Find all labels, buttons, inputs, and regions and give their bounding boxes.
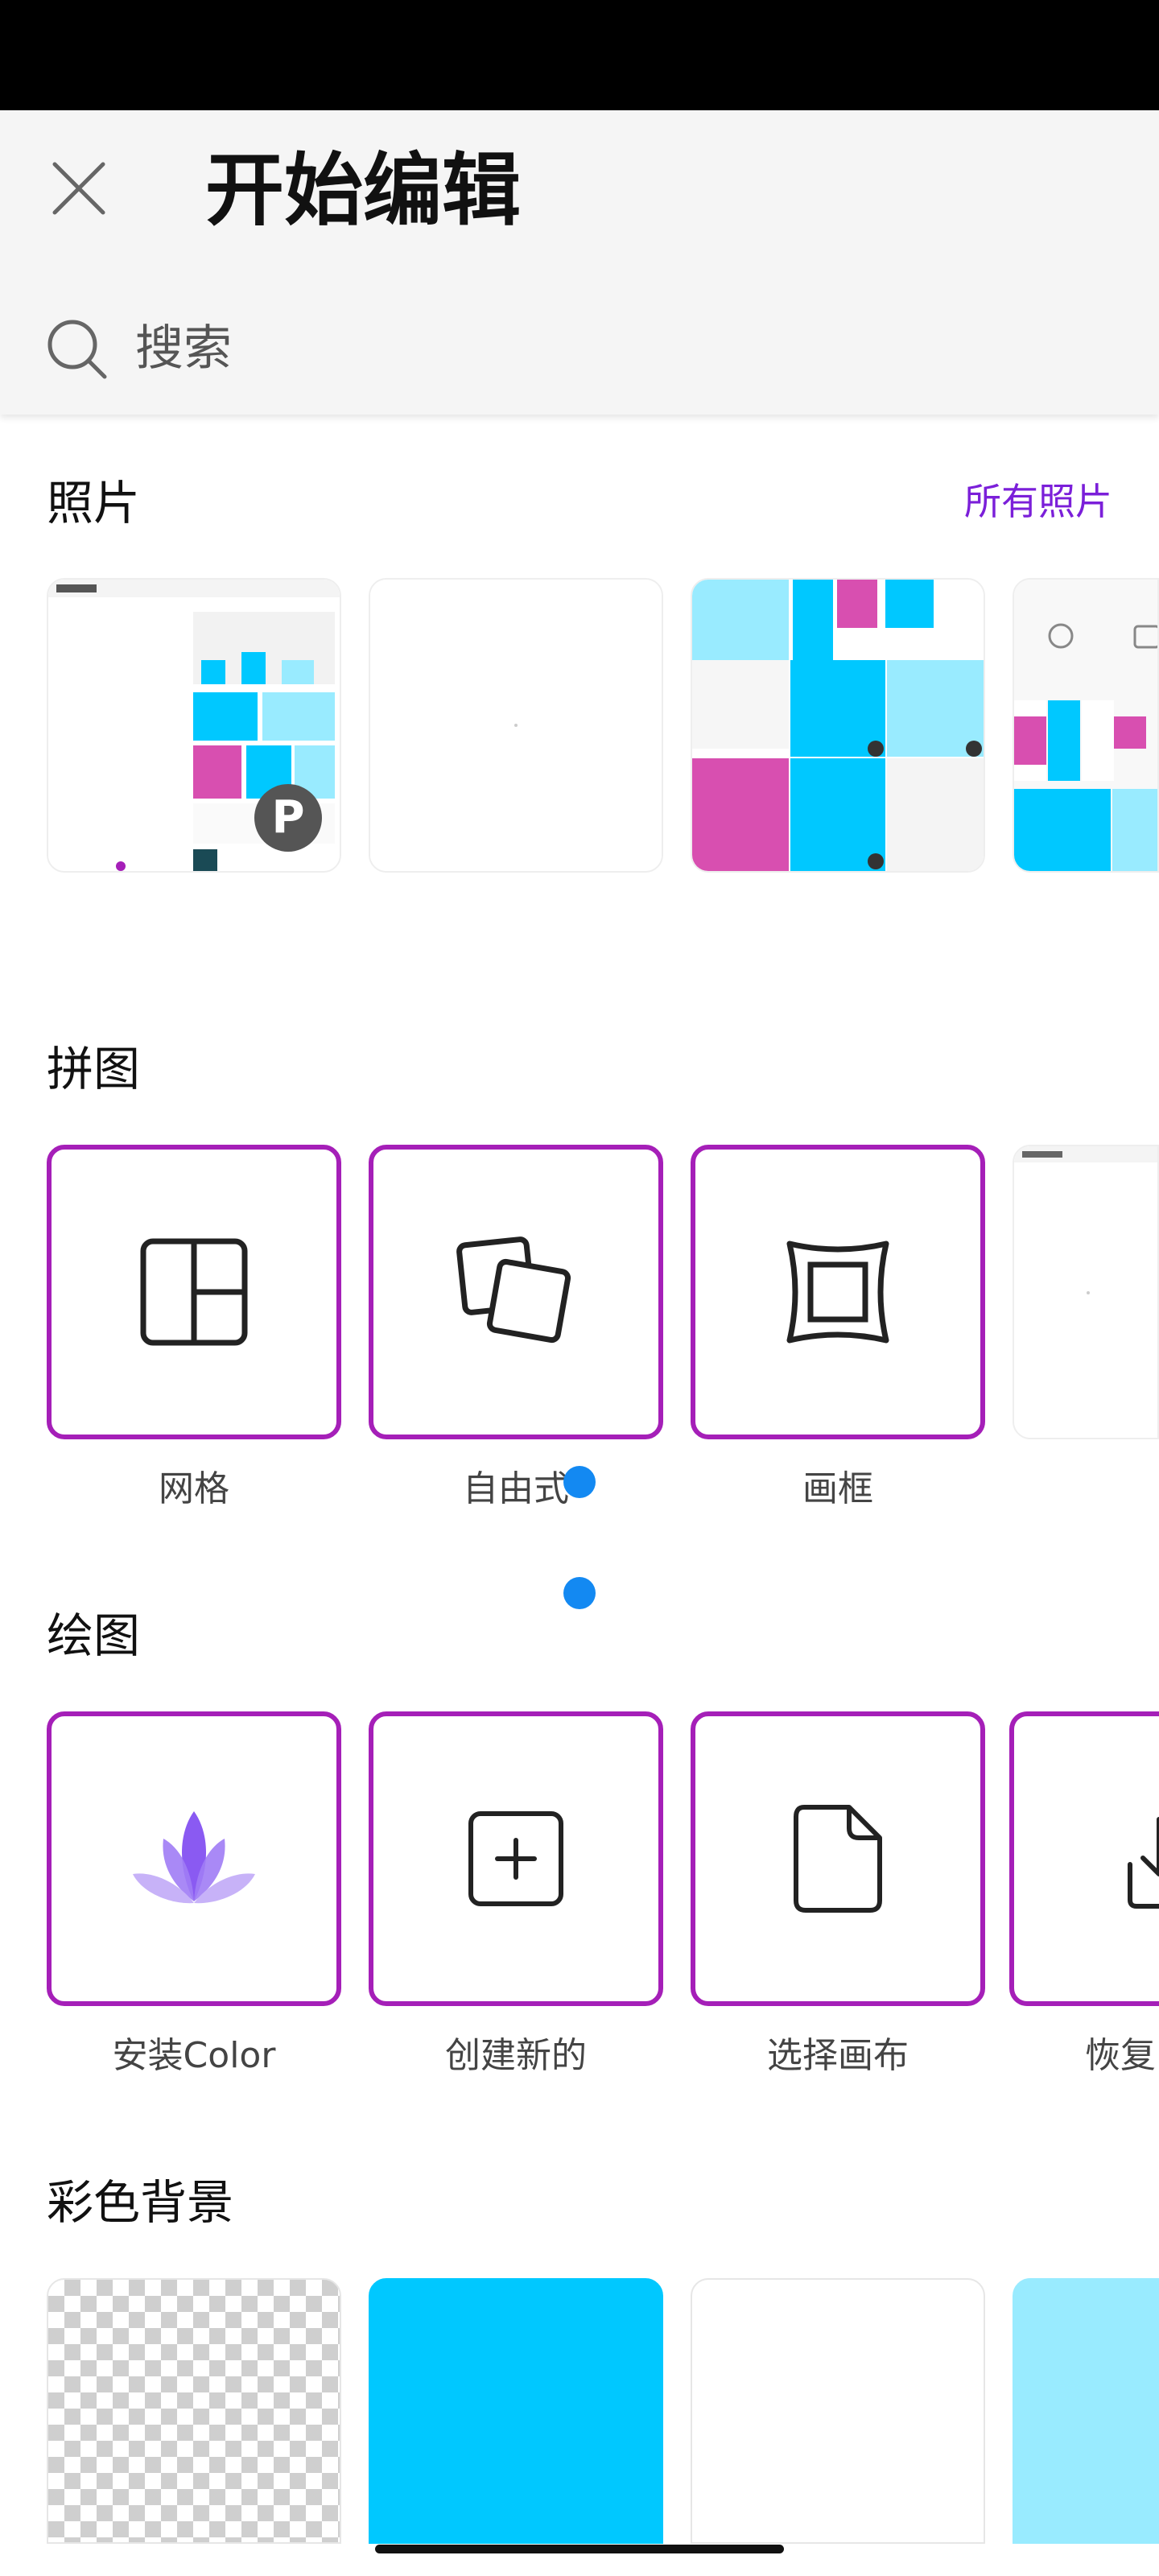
collage-recent-thumbnail[interactable] — [1013, 1145, 1159, 1439]
grid-layout-icon — [140, 1238, 248, 1346]
add-square-icon — [468, 1811, 563, 1906]
select-canvas-label: 选择画布 — [767, 2035, 909, 2076]
collage-section-title: 拼图 — [47, 1042, 141, 1096]
status-bar — [0, 0, 1159, 110]
restore-button[interactable] — [1009, 1711, 1159, 2006]
page-title: 开始编辑 — [205, 145, 522, 237]
background-white[interactable] — [691, 2278, 985, 2544]
photo-image — [692, 580, 984, 871]
install-color-button[interactable] — [47, 1711, 341, 2006]
photo-image — [370, 580, 662, 871]
download-icon — [1128, 1817, 1159, 1909]
background-light-cyan[interactable] — [1013, 2278, 1159, 2544]
freestyle-icon — [456, 1236, 571, 1344]
home-indicator[interactable] — [375, 2545, 784, 2553]
create-new-label: 创建新的 — [445, 2035, 587, 2076]
photo-image — [1014, 1146, 1157, 1438]
search-input[interactable] — [134, 308, 1022, 390]
photo-thumbnail-1[interactable]: P — [47, 578, 341, 873]
collage-freestyle-label: 自由式 — [463, 1468, 569, 1509]
restore-label: 恢复 — [1085, 2035, 1156, 2076]
indicator-dot — [563, 1577, 596, 1609]
photo-thumbnail-4[interactable] — [1013, 578, 1159, 873]
all-photos-link[interactable]: 所有照片 — [964, 473, 1112, 530]
backgrounds-section-title: 彩色背景 — [47, 2175, 234, 2230]
collage-frame-button[interactable] — [691, 1145, 985, 1439]
photos-section-title: 照片 — [47, 476, 141, 530]
photo-thumbnail-2[interactable] — [369, 578, 663, 873]
photo-thumbnail-3[interactable] — [691, 578, 985, 873]
collage-frame-label: 画框 — [802, 1468, 873, 1509]
close-button[interactable] — [43, 153, 114, 224]
drawing-section-title: 绘图 — [47, 1608, 141, 1663]
background-cyan[interactable] — [369, 2278, 663, 2544]
photo-image — [1014, 580, 1157, 871]
picsart-badge-icon: P — [254, 784, 322, 852]
search-icon — [47, 320, 107, 379]
search-bar[interactable] — [43, 308, 1114, 390]
install-color-label: 安装Color — [112, 2035, 276, 2076]
collage-grid-button[interactable] — [47, 1145, 341, 1439]
create-new-button[interactable] — [369, 1711, 663, 2006]
select-canvas-button[interactable] — [691, 1711, 985, 2006]
lotus-icon — [133, 1811, 255, 1904]
frame-icon — [786, 1241, 889, 1344]
background-transparent[interactable] — [47, 2278, 341, 2544]
collage-freestyle-button[interactable] — [369, 1145, 663, 1439]
collage-grid-label: 网格 — [159, 1468, 229, 1509]
indicator-dot — [563, 1466, 596, 1498]
document-icon — [794, 1805, 882, 1913]
close-icon — [52, 162, 105, 215]
